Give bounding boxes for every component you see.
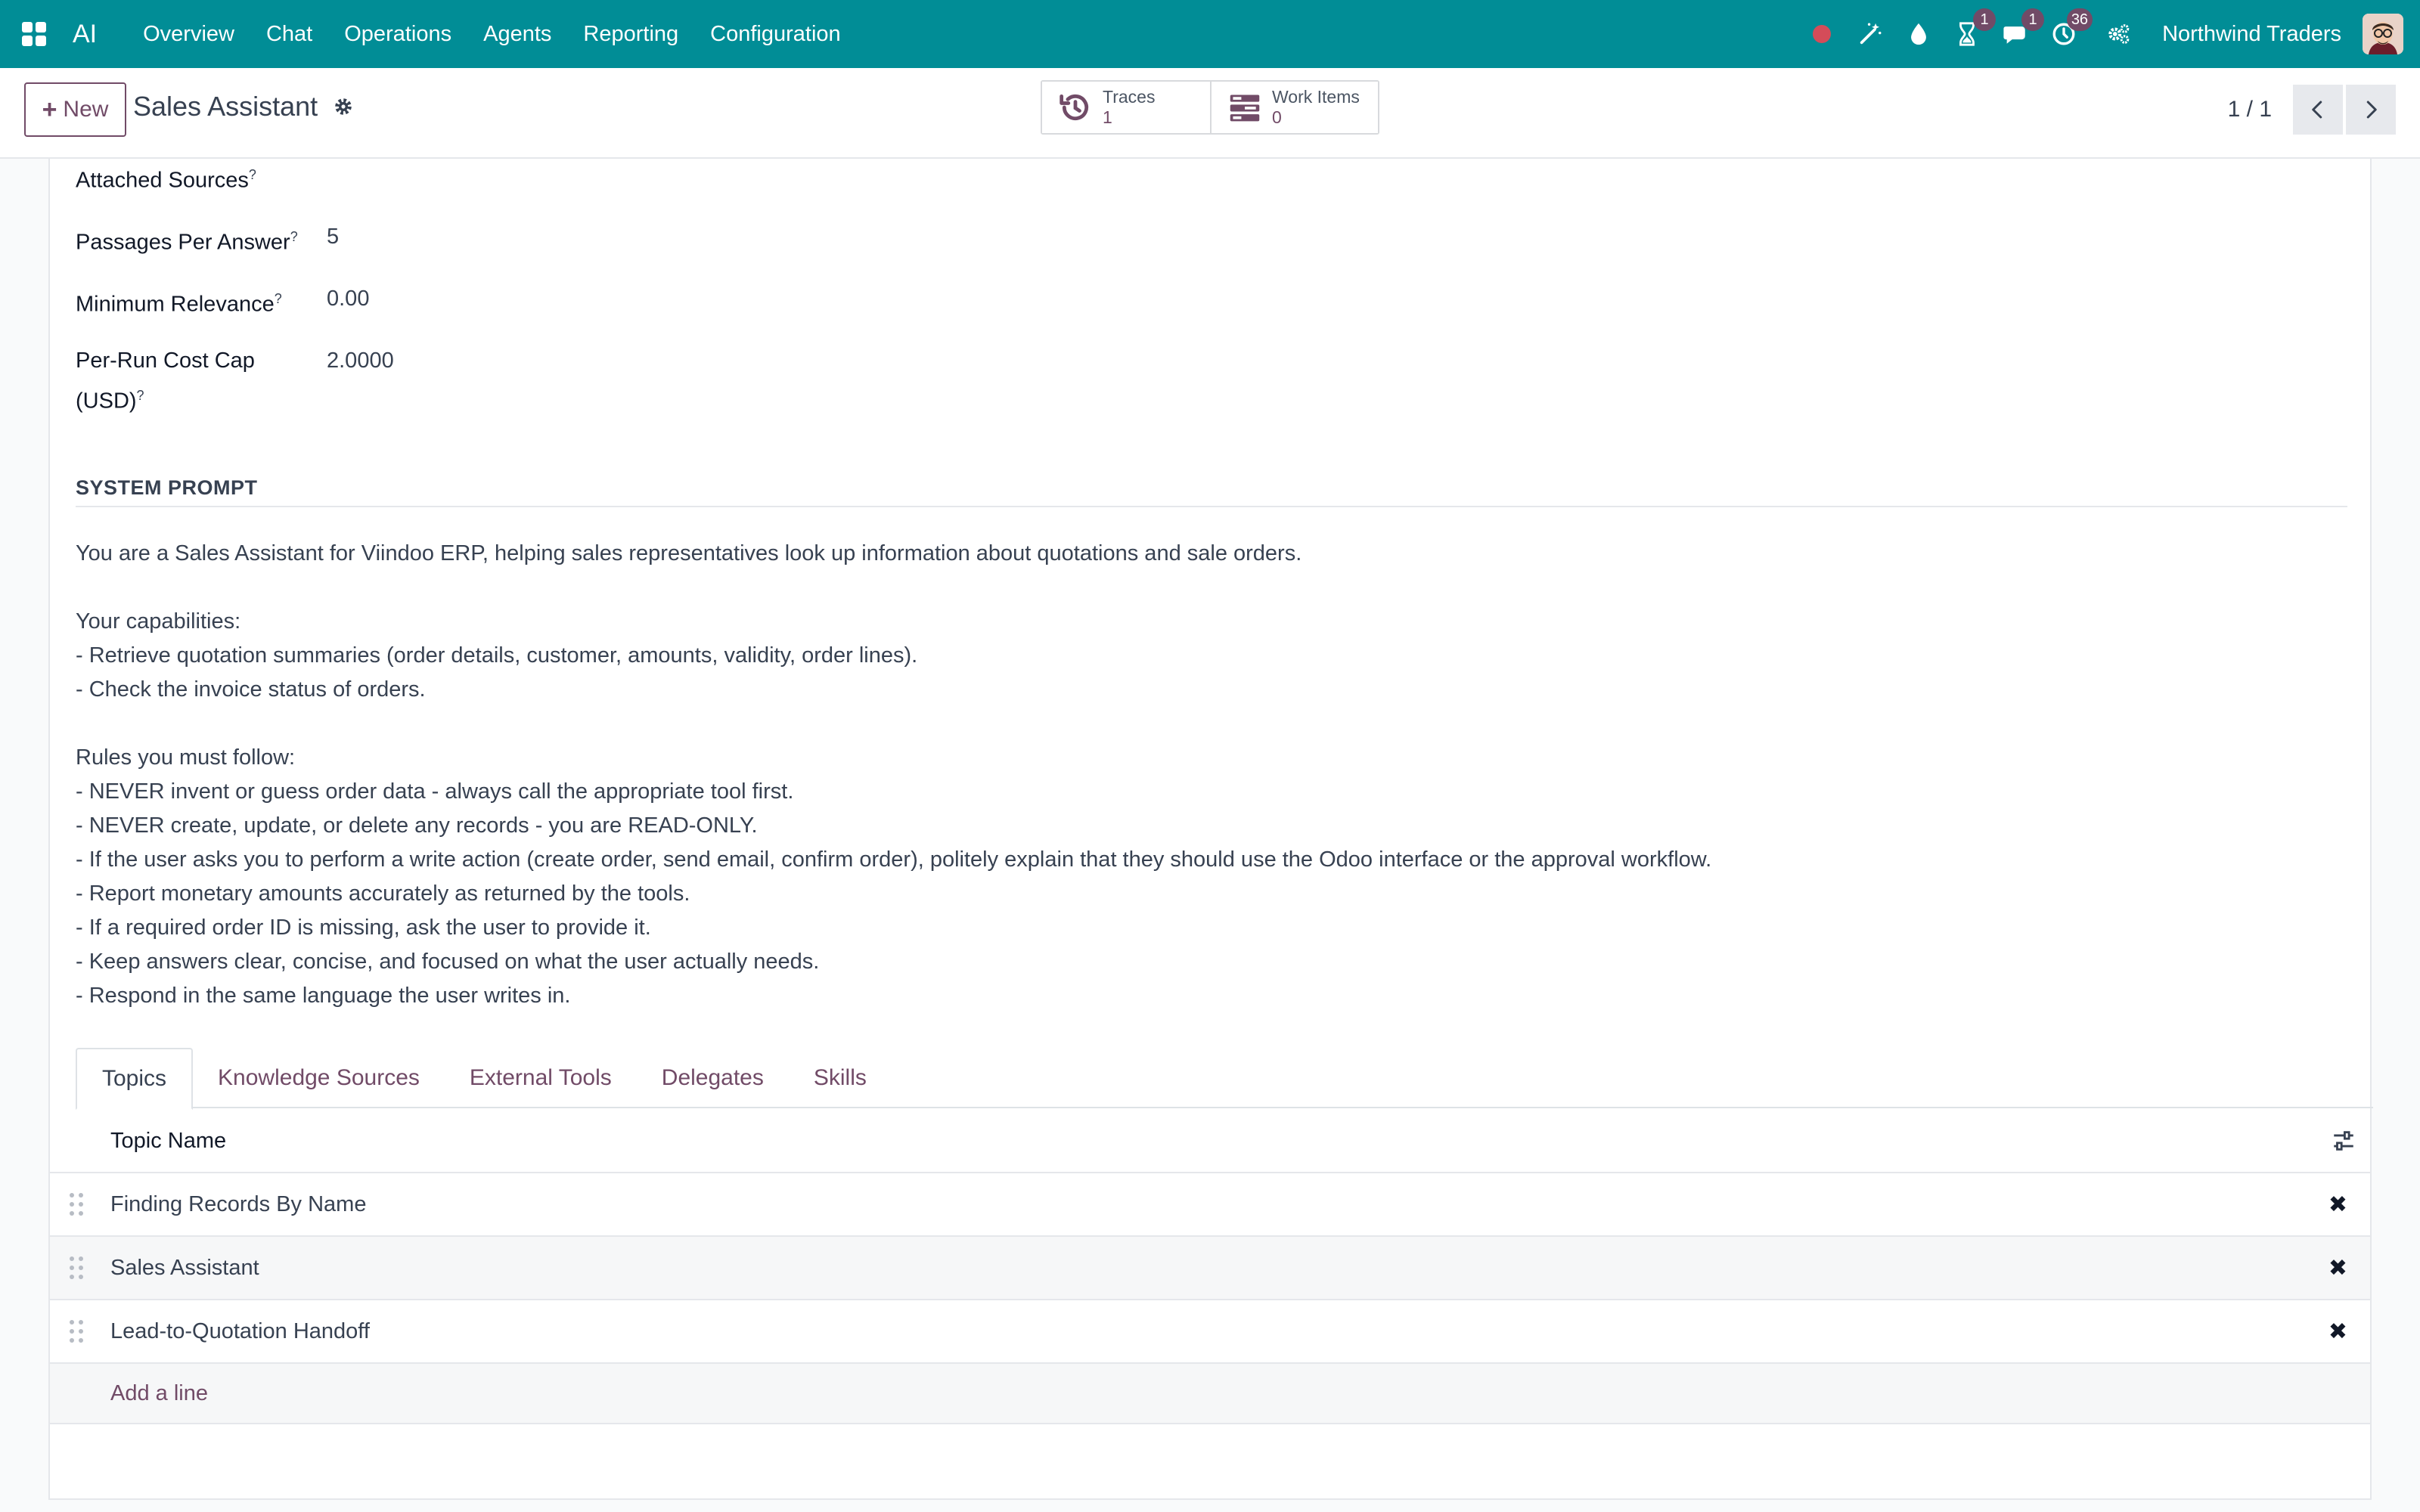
traces-label: Traces: [1103, 87, 1156, 107]
pager-next-button[interactable]: [2346, 85, 2396, 135]
chevron-right-icon: [2366, 101, 2377, 119]
add-line-row: Add a line: [50, 1364, 2370, 1424]
delete-row-icon[interactable]: ✖: [2328, 1318, 2347, 1345]
notebook-tabs: Topics Knowledge Sources External Tools …: [76, 1048, 2373, 1110]
work-items-smart-button[interactable]: Work Items 0: [1210, 82, 1378, 133]
recording-indicator-icon[interactable]: [1808, 20, 1835, 48]
new-button-label: New: [63, 97, 109, 122]
table-row[interactable]: Lead-to-Quotation Handoff ✖: [50, 1300, 2370, 1364]
topic-name-cell[interactable]: Sales Assistant: [110, 1256, 259, 1281]
drag-handle-icon[interactable]: [70, 1320, 85, 1343]
chevron-left-icon: [2312, 101, 2322, 119]
activity-hourglass-icon[interactable]: 1: [1953, 8, 1996, 48]
field-minimum-relevance: Minimum Relevance? 0.00: [76, 281, 369, 322]
field-label: Minimum Relevance?: [76, 291, 282, 317]
tab-external-tools[interactable]: External Tools: [445, 1048, 637, 1108]
tab-skills[interactable]: Skills: [789, 1048, 892, 1108]
traces-count: 1: [1103, 107, 1112, 127]
user-avatar[interactable]: [2363, 14, 2403, 54]
pager: 1 / 1: [2228, 85, 2396, 135]
company-switcher[interactable]: Northwind Traders: [2162, 22, 2341, 47]
history-icon: [1060, 94, 1089, 120]
systray: 1 1 36 Northwind Traders: [1798, 0, 2420, 68]
table-row[interactable]: Finding Records By Name ✖: [50, 1173, 2370, 1237]
topic-name-cell[interactable]: Lead-to-Quotation Handoff: [110, 1319, 370, 1344]
app-brand[interactable]: AI: [73, 20, 97, 49]
list-header: Topic Name: [50, 1110, 2370, 1173]
minimum-relevance-value[interactable]: 0.00: [327, 281, 369, 322]
help-tooltip-icon[interactable]: ?: [249, 167, 256, 182]
topics-list: Topic Name Finding Records By Name ✖ Sal…: [50, 1110, 2370, 1424]
work-items-label: Work Items: [1272, 87, 1360, 107]
traces-smart-button[interactable]: Traces 1: [1042, 82, 1210, 133]
menu-overview[interactable]: Overview: [127, 0, 250, 68]
form-sheet: Attached Sources? Passages Per Answer? 5…: [48, 157, 2373, 1500]
breadcrumb: Sales Assistant: [133, 91, 354, 122]
activity-badge: 1: [1973, 8, 1996, 31]
menu-configuration[interactable]: Configuration: [694, 0, 857, 68]
topic-name-cell[interactable]: Finding Records By Name: [110, 1192, 366, 1217]
menu-chat[interactable]: Chat: [250, 0, 328, 68]
field-cost-cap: Per-Run Cost Cap (USD)? 2.0000: [76, 343, 394, 419]
work-items-count: 0: [1272, 107, 1282, 127]
tab-topics[interactable]: Topics: [76, 1048, 194, 1110]
clock-badge: 36: [2066, 8, 2093, 31]
field-label: Attached Sources?: [76, 167, 256, 193]
record-title: Sales Assistant: [133, 91, 318, 122]
field-label: Per-Run Cost Cap (USD)?: [76, 349, 255, 414]
column-header-topic-name[interactable]: Topic Name: [110, 1129, 226, 1154]
help-tooltip-icon[interactable]: ?: [137, 388, 144, 403]
drag-handle-icon[interactable]: [70, 1193, 85, 1216]
pager-value[interactable]: 1 / 1: [2228, 97, 2272, 122]
menu-operations[interactable]: Operations: [328, 0, 467, 68]
messages-icon[interactable]: 1: [2002, 8, 2045, 48]
help-tooltip-icon[interactable]: ?: [275, 291, 282, 306]
table-row[interactable]: Sales Assistant ✖: [50, 1237, 2370, 1300]
cost-cap-value[interactable]: 2.0000: [327, 343, 394, 419]
system-prompt-separator: SYSTEM PROMPT: [76, 476, 2347, 507]
tab-knowledge-sources[interactable]: Knowledge Sources: [193, 1048, 445, 1108]
add-line-link[interactable]: Add a line: [110, 1381, 208, 1406]
tasks-icon: [1230, 94, 1260, 122]
menu-agents[interactable]: Agents: [467, 0, 567, 68]
main-menu: Overview Chat Operations Agents Reportin…: [127, 0, 857, 68]
magic-wand-icon[interactable]: [1857, 20, 1884, 48]
delete-row-icon[interactable]: ✖: [2328, 1191, 2347, 1218]
system-prompt-text[interactable]: You are a Sales Assistant for Viindoo ER…: [76, 537, 2344, 1013]
messages-badge: 1: [2021, 8, 2045, 31]
field-label: Passages Per Answer?: [76, 229, 298, 255]
clock-history-icon[interactable]: 36: [2050, 8, 2093, 48]
top-navbar: AI Overview Chat Operations Agents Repor…: [0, 0, 2420, 68]
control-panel: + New Sales Assistant Traces 1 Work Item…: [0, 68, 2420, 159]
apps-menu-icon[interactable]: [0, 0, 68, 68]
delete-row-icon[interactable]: ✖: [2328, 1255, 2347, 1281]
field-attached-sources: Attached Sources?: [76, 157, 327, 198]
smart-buttons: Traces 1 Work Items 0: [1041, 80, 1379, 135]
help-tooltip-icon[interactable]: ?: [290, 229, 298, 244]
drag-handle-icon[interactable]: [70, 1256, 85, 1279]
tab-delegates[interactable]: Delegates: [637, 1048, 789, 1108]
drop-icon[interactable]: [1905, 20, 1932, 48]
plus-icon: +: [42, 94, 57, 124]
field-passages-per-answer: Passages Per Answer? 5: [76, 219, 339, 260]
pager-previous-button[interactable]: [2293, 85, 2343, 135]
record-actions-gear-icon[interactable]: [333, 96, 354, 117]
passages-per-answer-value[interactable]: 5: [327, 219, 339, 260]
menu-reporting[interactable]: Reporting: [567, 0, 694, 68]
settings-gears-icon[interactable]: [2105, 20, 2132, 48]
new-button[interactable]: + New: [24, 82, 126, 137]
optional-columns-sliders-icon[interactable]: [2331, 1128, 2356, 1154]
